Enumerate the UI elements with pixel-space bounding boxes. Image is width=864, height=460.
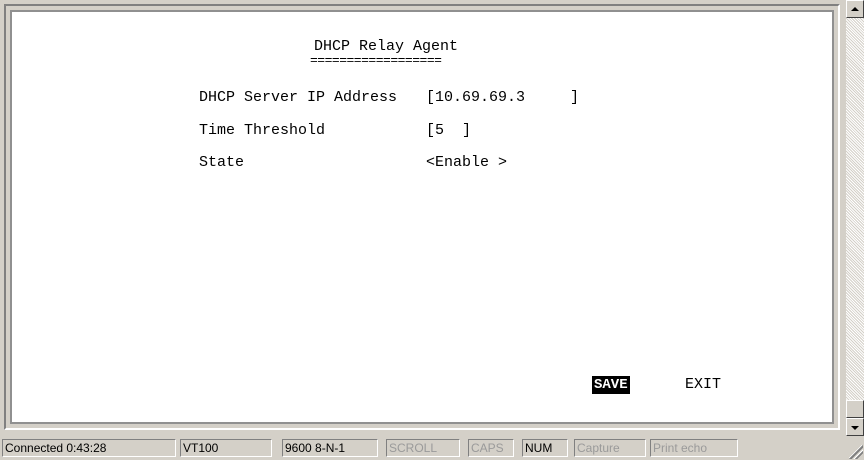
num-indicator: NUM [522,439,568,457]
state-toggle[interactable]: <Enable > [426,154,507,172]
status-bar: Connected 0:43:28 VT100 9600 8-N-1 SCROL… [0,436,864,460]
scroll-down-button[interactable] [846,418,864,436]
capture-indicator: Capture [574,439,646,457]
arrow-up-icon [851,7,859,11]
print-echo-indicator: Print echo [650,439,738,457]
time-threshold-label: Time Threshold [199,122,326,139]
state-label: State [199,154,245,171]
title-underline: ================== [310,53,442,68]
connection-status: Connected 0:43:28 [2,439,176,457]
vertical-scrollbar[interactable] [846,0,864,436]
arrow-down-icon [851,426,859,430]
terminal-window: DHCP Relay Agent ================== DHCP… [0,0,846,436]
scroll-up-button[interactable] [846,0,864,18]
dhcp-server-ip-field[interactable]: [10.69.69.3 ] [426,89,579,107]
save-button[interactable]: SAVE [592,376,630,394]
caps-indicator: CAPS [468,439,514,457]
dhcp-server-ip-label: DHCP Server IP Address [199,89,398,106]
emulation-status: VT100 [180,439,272,457]
time-threshold-field[interactable]: [5 ] [426,122,471,140]
scroll-thumb[interactable] [846,400,864,418]
port-settings-status: 9600 8-N-1 [282,439,378,457]
exit-button[interactable]: EXIT [685,376,721,394]
resize-grip-icon[interactable] [849,445,863,459]
scroll-indicator: SCROLL [386,439,460,457]
terminal-screen[interactable] [10,10,834,424]
